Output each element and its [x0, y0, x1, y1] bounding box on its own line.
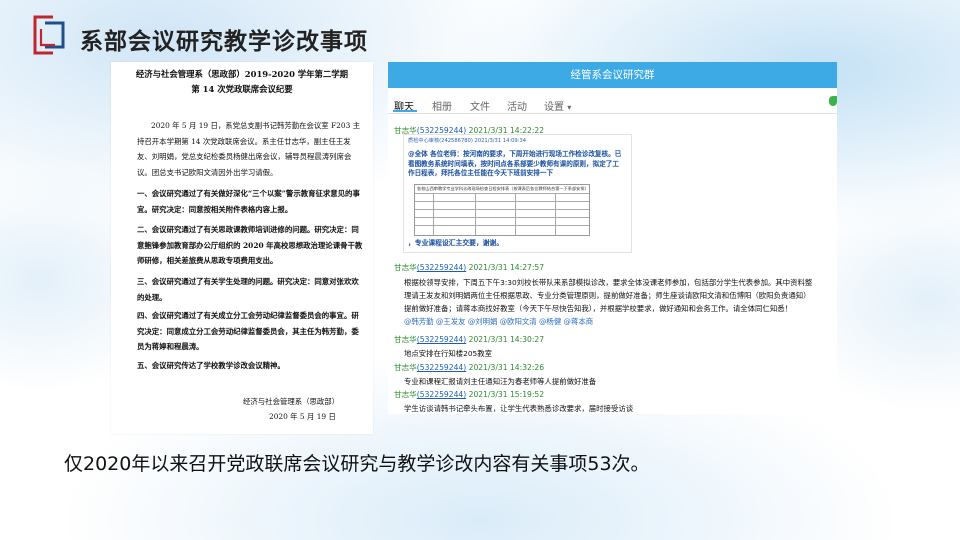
- message-time: 2021/3/31 15:19:52: [468, 390, 545, 399]
- message-body: 学生访谈请韩书记牵头布置，让学生代表熟悉诊改要求，届时接受访谈: [404, 402, 824, 414]
- chat-tab-bar: 聊天 相册 文件 活动 设置 ▾: [388, 92, 837, 114]
- document-paragraph: 一、会议研究通过了有关做好深化“三个以案”警示教育征求意见的事宜。研究决定：同意…: [137, 189, 360, 214]
- active-tab-indicator: [393, 110, 417, 112]
- slide-title: 系部会议研究教学诊改事项: [80, 29, 368, 55]
- slide-caption: 仅2020年以来召开党政联席会议研究与教学诊改内容有关事项53次。: [64, 453, 650, 475]
- tab-activity[interactable]: 活动: [507, 98, 527, 113]
- screenshot-text: @全体 各位老师：按河南的要求，下周开始进行现场工作检诊改复核。已看图教务系统时…: [408, 150, 622, 177]
- message-header: 甘志华(532259244) 2021/3/31 14:30:27: [394, 334, 544, 345]
- meeting-minutes-document: 经济与社会管理系（思政部）2019-2020 学年第二学期 第 14 次党政联席…: [111, 62, 373, 434]
- message-line: 提前做好准备；请蒋本商找好教室（今天下午尽快告知我），并根据学校要求，做好通知和…: [404, 304, 793, 313]
- document-signature-date: 2020 年 5 月 19 日: [269, 412, 336, 421]
- table-gridline: [415, 217, 589, 218]
- message-sender-qq[interactable]: (532259244): [417, 390, 466, 399]
- document-heading-line1: 经济与社会管理系（思政部）2019-2020 学年第二学期: [135, 69, 349, 79]
- message-line: 专业和课程汇报请刘主任通知汪为春老师等人提前做好准备: [404, 377, 597, 386]
- tab-album[interactable]: 相册: [432, 98, 452, 113]
- document-paragraph: 四、会议研究通过了有关成立分工会劳动纪律监督委员会的事宜。研究决定：同意成立分工…: [137, 311, 359, 351]
- message-body: 地点安排在行知楼205教室: [404, 347, 824, 360]
- message-line: 地点安排在行知楼205教室: [404, 349, 493, 358]
- message-mentions[interactable]: @韩芳勤 @王发友 @刘明娟 @欧阳文清 @杨健 @蒋本商: [404, 315, 824, 328]
- message-line: 根据校领导安排，下周五下午3:30刘校长带队来系部模拟诊改，要求全体没课老师参加…: [404, 278, 813, 287]
- message-time: 2021/3/31 14:32:26: [468, 363, 545, 372]
- message-body: 根据校领导安排，下周五下午3:30刘校长带队来系部模拟诊改，要求全体没课老师参加…: [404, 276, 824, 328]
- table-gridline: [433, 193, 434, 235]
- screenshot-table-title: 各校山西审教学专业学科诊改现场检查日程安排表（按课表后各位教师结合第一下系部安排…: [417, 186, 589, 191]
- table-gridline: [555, 193, 556, 235]
- table-gridline: [415, 201, 589, 202]
- chat-side-icon[interactable]: [829, 96, 837, 106]
- screenshot-table: 各校山西审教学专业学科诊改现场检查日程安排表（按课表后各位教师结合第一下系部安排…: [414, 184, 590, 236]
- message-header: 甘志华(532259244) 2021/3/31 15:19:52: [394, 389, 544, 400]
- logo-icon: [33, 15, 65, 55]
- message-header: 甘志华(532259244) 2021/3/31 14:27:57: [394, 262, 544, 273]
- tab-settings-label: 设置: [544, 102, 564, 113]
- message-sender[interactable]: 甘志华: [394, 363, 417, 372]
- table-gridline: [415, 209, 589, 210]
- message-time: 2021/3/31 14:30:27: [468, 335, 545, 344]
- tab-files[interactable]: 文件: [470, 98, 490, 113]
- document-paragraph: 三、会议研究通过了有关学生处理的问题。研究决定：同意对张欢欢的处理。: [137, 277, 359, 302]
- chat-window-title: 经管系会议研究群: [388, 62, 837, 88]
- message-sender[interactable]: 甘志华: [394, 263, 417, 272]
- message-sender-qq[interactable]: (532259244): [417, 363, 466, 372]
- message-time: 2021/3/31 14:27:57: [468, 263, 545, 272]
- screenshot-header: 质检中心审核(242586780) 2021/3/31 14:09:34: [408, 138, 527, 144]
- chevron-down-icon: ▾: [567, 103, 572, 112]
- message-body: 专业和课程汇报请刘主任通知汪为春老师等人提前做好准备: [404, 375, 824, 388]
- message-sender[interactable]: 甘志华: [394, 390, 417, 399]
- document-signature-org: 经济与社会管理系（思政部）: [243, 397, 340, 406]
- tab-divider: [388, 113, 837, 114]
- screenshot-footer: ，专业课程设汇主交要，谢谢。: [408, 239, 504, 247]
- document-paragraph: 二、会议研究通过了有关思政课教师培训进修的问题。研究决定：同意鲍锋参加教育部办公…: [137, 225, 363, 265]
- message-line: 学生访谈请韩书记牵头布置，让学生代表熟悉诊改要求，届时接受访谈: [404, 404, 634, 413]
- table-gridline: [415, 193, 589, 194]
- table-gridline: [515, 193, 516, 235]
- document-paragraph: 2020 年 5 月 19 日，系党总支副书记韩芳勤在会议室 F203 主持召开…: [137, 121, 361, 177]
- message-sender-qq[interactable]: (532259244): [417, 263, 466, 272]
- message-sender-qq[interactable]: (532259244): [417, 335, 466, 344]
- message-line: 理请王发友和刘明娟两位主任根据思政、专业分类管理原则，提前做好准备；师生座谈请欧…: [404, 291, 811, 300]
- message-header: 甘志华(532259244) 2021/3/31 14:32:26: [394, 362, 544, 373]
- document-paragraph: 五、会议研究传达了学校教学诊改会议精神。: [137, 361, 285, 370]
- table-gridline: [415, 225, 589, 226]
- message-screenshot-image[interactable]: 质检中心审核(242586780) 2021/3/31 14:09:34 @全体…: [403, 134, 632, 253]
- table-gridline: [475, 193, 476, 235]
- document-heading-line2: 第 14 次党政联席会议纪要: [191, 84, 293, 94]
- group-chat-window: 经管系会议研究群 聊天 相册 文件 活动 设置 ▾ 甘志华(532259244)…: [388, 62, 837, 414]
- message-sender[interactable]: 甘志华: [394, 335, 417, 344]
- tab-settings[interactable]: 设置 ▾: [544, 98, 571, 113]
